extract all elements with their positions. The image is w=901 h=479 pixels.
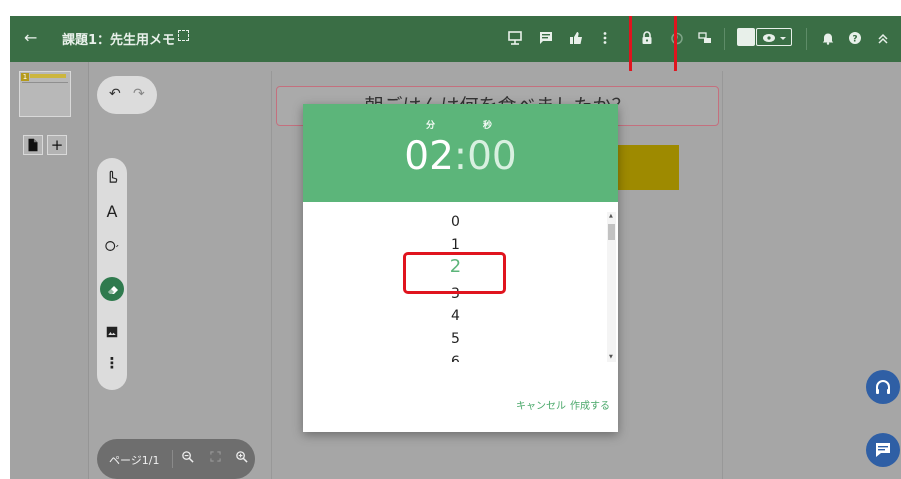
picker-scrollbar[interactable]: ▲ ▼ — [607, 212, 616, 362]
divider — [724, 28, 725, 50]
redo-icon[interactable]: ↷ — [133, 86, 145, 102]
group-icon[interactable] — [737, 28, 755, 46]
bell-icon[interactable] — [821, 31, 835, 45]
chevron-up-double-icon[interactable] — [876, 31, 890, 45]
highlight-lock-box — [629, 16, 677, 75]
add-slide-button[interactable]: + — [47, 135, 67, 155]
minutes-tab[interactable]: 分 — [426, 118, 435, 131]
picker-option[interactable]: 0 — [303, 214, 608, 230]
undo-redo-group: ↶ ↷ — [97, 76, 157, 114]
picker-option[interactable]: 1 — [303, 237, 608, 253]
thumbs-up-icon[interactable] — [569, 31, 583, 45]
image-icon[interactable] — [97, 323, 127, 342]
fit-screen-icon[interactable] — [210, 451, 221, 465]
comment-icon[interactable] — [539, 31, 553, 45]
divider — [172, 450, 173, 468]
top-bar: ← 課題1：先生用メモ ? — [10, 16, 901, 62]
more-vert-icon[interactable] — [598, 31, 612, 45]
pointer-hand-icon[interactable] — [97, 168, 127, 188]
fullscreen-icon[interactable] — [178, 30, 189, 41]
page-navigator: ページ1/1 — [97, 439, 255, 479]
picker-option[interactable]: 5 — [303, 331, 608, 347]
page-title: 課題1：先生用メモ — [62, 33, 176, 48]
zoom-in-icon[interactable] — [235, 450, 248, 466]
app-window: ← 課題1：先生用メモ ? 1 + ↶ ↷ A ⋮ ページ1/1 分 秒 02:… — [10, 16, 901, 479]
file-icon[interactable] — [23, 135, 43, 155]
time-seconds[interactable]: 00 — [467, 134, 517, 179]
slide-sidebar: 1 + — [10, 62, 89, 479]
arrow-left-icon[interactable]: ← — [24, 28, 37, 47]
tool-palette: A ⋮ — [97, 158, 127, 390]
slide-number: 1 — [21, 73, 29, 81]
page-indicator: ページ1/1 — [109, 454, 160, 467]
chat-icon[interactable] — [866, 433, 900, 467]
text-tool-icon[interactable]: A — [97, 202, 127, 221]
more-tools-icon[interactable]: ⋮ — [97, 354, 127, 372]
eraser-icon[interactable] — [100, 277, 124, 301]
share-screen-icon[interactable] — [698, 31, 712, 45]
scrollbar-thumb[interactable] — [608, 224, 615, 240]
svg-text:?: ? — [852, 35, 857, 45]
create-button[interactable]: 作成する — [570, 397, 610, 412]
time-minutes[interactable]: 02 — [404, 134, 454, 179]
visibility-dropdown[interactable] — [756, 28, 792, 46]
help-icon[interactable]: ? — [848, 31, 862, 45]
zoom-out-icon[interactable] — [181, 450, 194, 466]
scroll-up-icon[interactable]: ▲ — [609, 213, 613, 219]
undo-icon[interactable]: ↶ — [109, 86, 121, 102]
headset-icon[interactable] — [866, 370, 900, 404]
timer-header: 分 秒 02:00 — [303, 104, 618, 202]
highlight-selected-box — [403, 252, 506, 294]
thumbnail-preview — [30, 74, 66, 78]
thumbnail-divider — [22, 82, 68, 83]
seconds-tab[interactable]: 秒 — [483, 118, 492, 131]
picker-option[interactable]: 4 — [303, 308, 608, 324]
time-separator: : — [453, 134, 468, 179]
slide-thumbnail[interactable]: 1 — [19, 71, 71, 117]
presentation-icon[interactable] — [508, 31, 522, 45]
divider — [806, 28, 807, 50]
shape-tool-icon[interactable] — [97, 238, 127, 257]
picker-option[interactable]: 6 — [303, 354, 608, 362]
cancel-button[interactable]: キャンセル — [516, 397, 566, 412]
scroll-down-icon[interactable]: ▼ — [609, 354, 613, 360]
time-display: 02:00 — [303, 134, 618, 179]
